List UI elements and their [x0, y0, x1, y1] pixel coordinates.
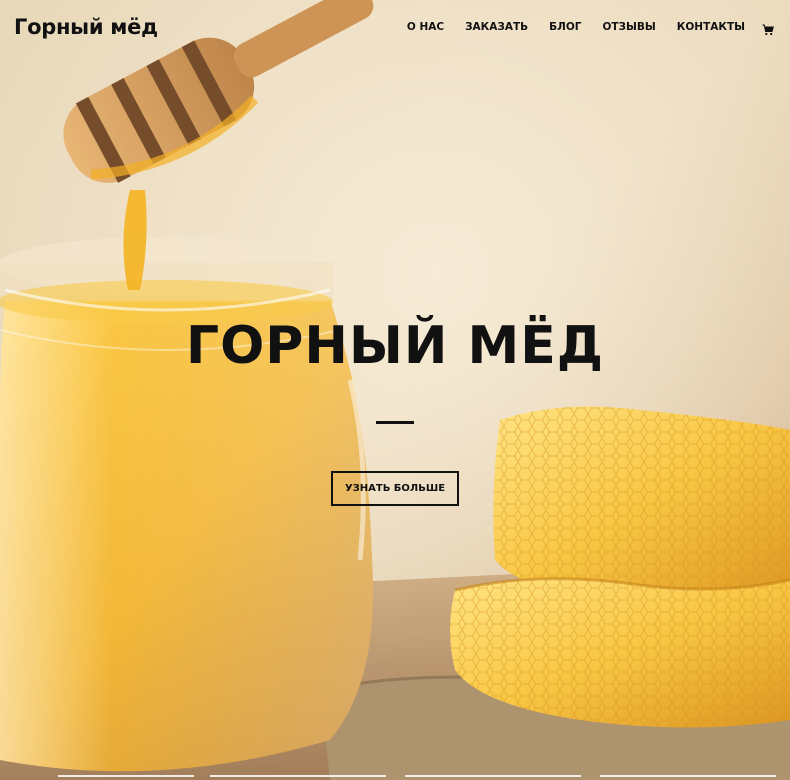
- title-divider: [376, 421, 414, 424]
- landing-page: Горный мёд О НАС ЗАКАЗАТЬ БЛОГ ОТЗЫВЫ КО…: [0, 0, 790, 780]
- nav-item-blog[interactable]: БЛОГ: [549, 21, 581, 33]
- slider-dot[interactable]: [58, 775, 194, 777]
- nav-item-about[interactable]: О НАС: [407, 21, 444, 33]
- nav-item-reviews[interactable]: ОТЗЫВЫ: [602, 21, 655, 33]
- site-header: Горный мёд О НАС ЗАКАЗАТЬ БЛОГ ОТЗЫВЫ КО…: [0, 0, 790, 58]
- slider-indicators: [0, 774, 790, 777]
- slider-dot[interactable]: [600, 775, 776, 777]
- cart-icon[interactable]: [762, 21, 774, 36]
- hero-title: ГОРНЫЙ МЁД: [185, 316, 605, 376]
- slider-dot[interactable]: [405, 775, 581, 777]
- learn-more-button[interactable]: УЗНАТЬ БОЛЬШЕ: [331, 471, 459, 506]
- slider-dot[interactable]: [210, 775, 386, 777]
- hero-background-image: [0, 0, 790, 780]
- nav-item-order[interactable]: ЗАКАЗАТЬ: [465, 21, 528, 33]
- nav-item-contacts[interactable]: КОНТАКТЫ: [677, 21, 745, 33]
- main-nav: О НАС ЗАКАЗАТЬ БЛОГ ОТЗЫВЫ КОНТАКТЫ: [386, 21, 774, 36]
- site-logo[interactable]: Горный мёд: [14, 15, 158, 39]
